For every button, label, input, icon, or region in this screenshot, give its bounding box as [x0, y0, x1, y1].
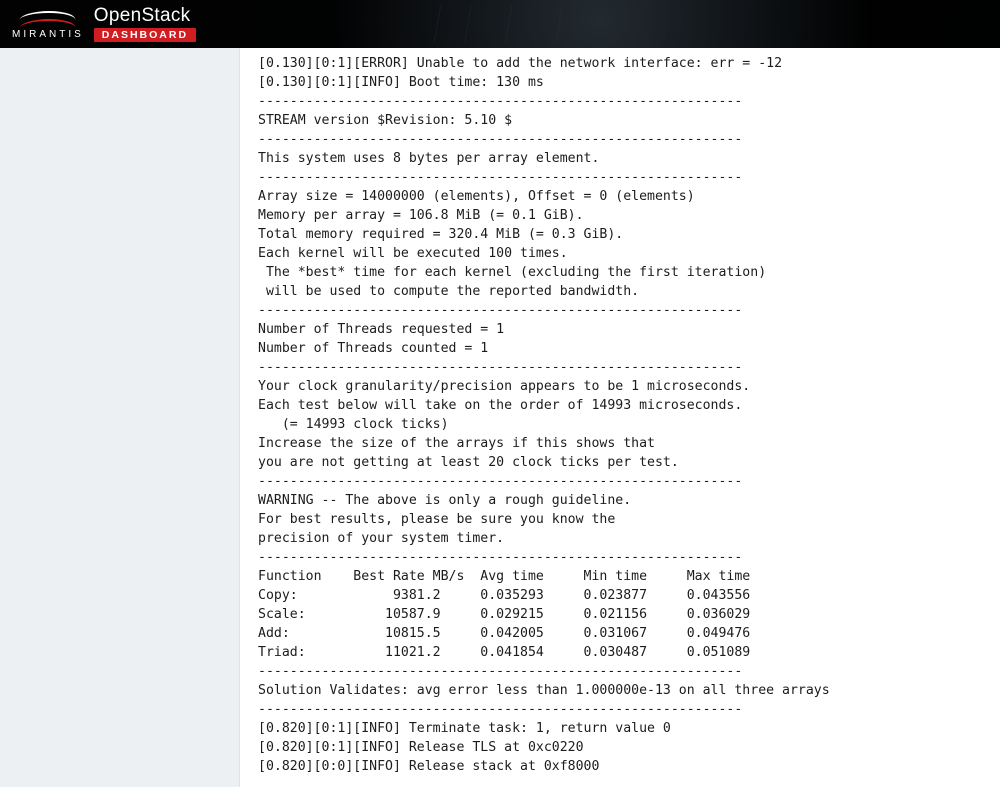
- main-layout: [0.130][0:1][ERROR] Unable to add the ne…: [0, 48, 1000, 787]
- mirantis-logo: MIRANTIS: [12, 9, 84, 40]
- brand-block[interactable]: MIRANTIS OpenStack DASHBOARD: [12, 6, 196, 43]
- mirantis-wordmark: MIRANTIS: [12, 30, 84, 40]
- main-content: [0.130][0:1][ERROR] Unable to add the ne…: [240, 48, 1000, 787]
- product-title: OpenStack: [94, 6, 191, 25]
- sidebar[interactable]: [0, 48, 240, 787]
- app-header: MIRANTIS OpenStack DASHBOARD: [0, 0, 1000, 48]
- dashboard-badge: DASHBOARD: [94, 28, 196, 43]
- mirantis-swoosh-icon: [20, 9, 76, 29]
- product-column: OpenStack DASHBOARD: [94, 6, 196, 43]
- console-log[interactable]: [0.130][0:1][ERROR] Unable to add the ne…: [258, 54, 984, 776]
